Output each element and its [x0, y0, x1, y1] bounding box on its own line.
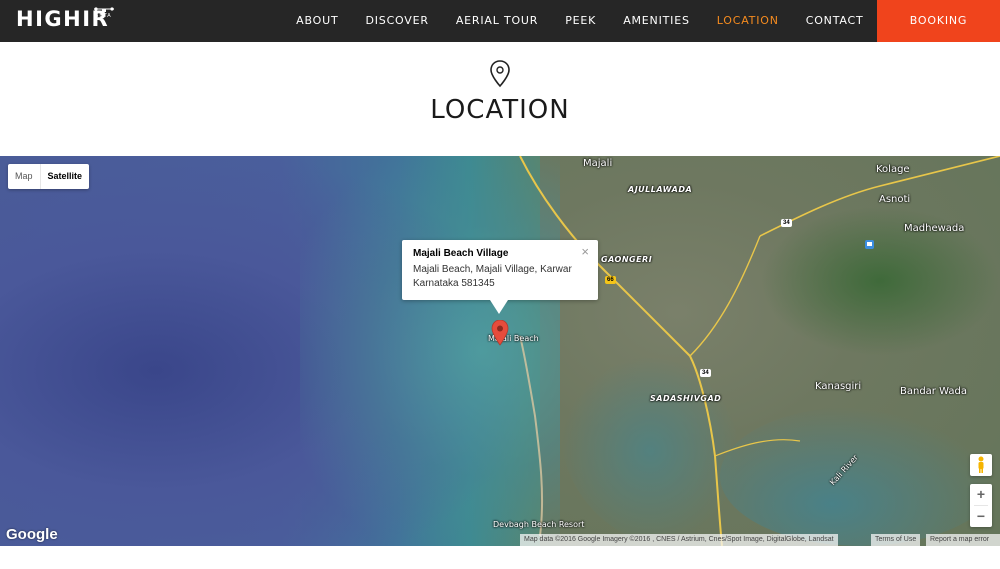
- report-map-error-link[interactable]: Report a map error: [926, 534, 1000, 546]
- street-view-pegman[interactable]: [970, 454, 992, 476]
- place-label: AJULLAWADA: [628, 185, 693, 194]
- place-label: Majali: [583, 158, 613, 169]
- place-label: Bandar Wada: [900, 386, 967, 397]
- place-label: Asnoti: [879, 194, 911, 205]
- terms-of-use-link[interactable]: Terms of Use: [871, 534, 921, 546]
- place-label: GAONGERI: [601, 255, 653, 264]
- nav-aerial-tour[interactable]: AERIAL TOUR: [442, 0, 551, 42]
- page-title: LOCATION: [430, 95, 570, 125]
- info-window-title: Majali Beach Village: [413, 248, 509, 259]
- zoom-out-button[interactable]: −: [970, 506, 992, 527]
- satellite-map[interactable]: Map Satellite Majali AJULLAWADA Kolage A…: [0, 156, 1000, 546]
- info-window-address-line2: Karnataka 581345: [413, 278, 495, 289]
- main-nav: ABOUT DISCOVER AERIAL TOUR PEEK AMENITIE…: [283, 0, 1000, 69]
- map-type-control: Map Satellite: [8, 164, 90, 189]
- map-info-window: Majali Beach Village Majali Beach, Majal…: [402, 240, 598, 314]
- zoom-in-button[interactable]: +: [970, 484, 992, 505]
- nav-discover[interactable]: DISCOVER: [352, 0, 442, 42]
- nav-amenities[interactable]: AMENITIES: [610, 0, 704, 42]
- road-shield: 34: [781, 219, 792, 227]
- nav-peek[interactable]: PEEK: [552, 0, 610, 42]
- roads: [519, 156, 1000, 546]
- map-type-satellite-button[interactable]: Satellite: [39, 164, 90, 189]
- map-pin-icon: [490, 60, 510, 88]
- place-label: SADASHIVGAD: [650, 394, 722, 403]
- place-label: Devbagh Beach Resort: [493, 520, 585, 529]
- bus-stop-icon: [865, 240, 874, 249]
- nav-contact[interactable]: CONTACT: [792, 0, 877, 42]
- map-type-map-button[interactable]: Map: [8, 164, 40, 189]
- top-navbar: HIGHIR BETA ABOUT DISCOVER AERIAL TOUR P…: [0, 0, 1000, 69]
- place-label: Kolage: [876, 164, 910, 175]
- road-shield: 66: [605, 276, 616, 284]
- pegman-icon: [978, 456, 984, 473]
- info-window-address-line1: Majali Beach, Majali Village, Karwar: [413, 264, 572, 275]
- place-label: Madhewada: [904, 223, 965, 234]
- map-attribution: Map data ©2016 Google Imagery ©2016 , CN…: [520, 534, 838, 546]
- zoom-control: + −: [970, 484, 992, 527]
- booking-enquiry-button[interactable]: BOOKING ENQUIRY: [877, 0, 1000, 69]
- info-window-close-icon[interactable]: ×: [581, 244, 589, 259]
- road-shield: 34: [700, 369, 711, 377]
- nav-about[interactable]: ABOUT: [283, 0, 352, 42]
- location-marker-icon[interactable]: [491, 320, 509, 346]
- beta-badge: BETA: [95, 13, 112, 19]
- nav-location[interactable]: LOCATION: [703, 0, 792, 42]
- google-logo[interactable]: Google: [6, 526, 58, 543]
- place-label: Kanasgiri: [815, 381, 862, 392]
